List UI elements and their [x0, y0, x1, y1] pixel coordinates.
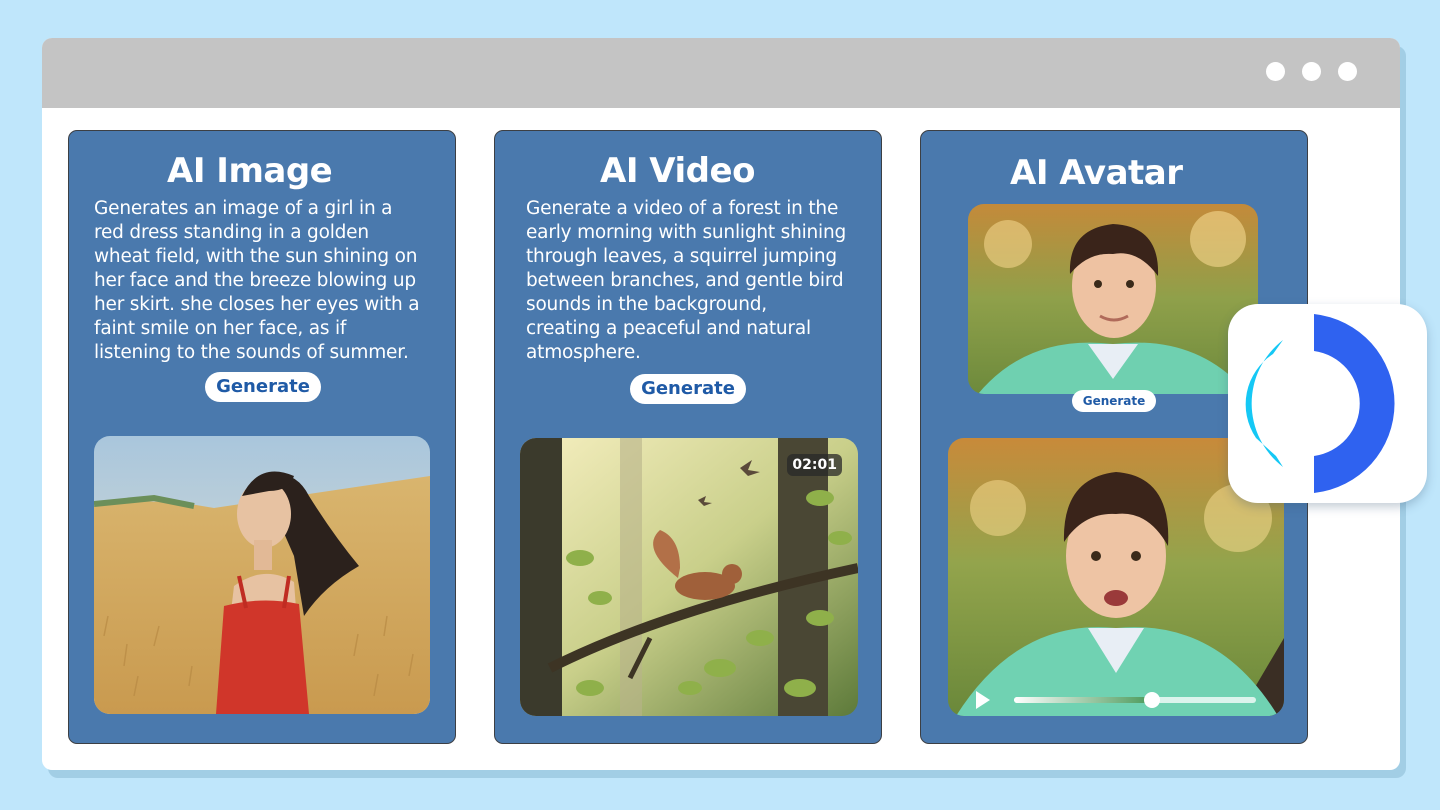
card-title: AI Avatar: [1010, 153, 1183, 193]
generated-image-girl-in-wheat-field: [94, 436, 430, 714]
window-control-dot[interactable]: [1266, 62, 1285, 81]
window-control-dot[interactable]: [1338, 62, 1357, 81]
description-line: her skirt. she closes her eyes with a: [94, 294, 420, 315]
ai-image-card: AI Image Generates an image of a girl in…: [68, 130, 456, 744]
card-description: Generate a video of a forest in the earl…: [526, 197, 866, 365]
generated-video-forest-squirrel[interactable]: 02:01: [520, 438, 858, 716]
description-line: her face and the breeze blowing up: [94, 270, 416, 291]
description-line: between branches, and gentle bird: [526, 270, 844, 291]
app-logo-icon: [1228, 304, 1427, 503]
description-line: creating a peaceful and natural: [526, 318, 811, 339]
window-control-dot[interactable]: [1302, 62, 1321, 81]
description-line: listening to the sounds of summer.: [94, 342, 409, 363]
video-duration: 02:01: [787, 454, 842, 476]
browser-window: AI Image Generates an image of a girl in…: [42, 38, 1400, 770]
generate-button[interactable]: Generate: [205, 372, 321, 402]
description-line: atmosphere.: [526, 342, 641, 363]
generate-button[interactable]: Generate: [630, 374, 746, 404]
title-bar: [42, 38, 1400, 108]
description-line: red dress standing in a golden: [94, 222, 369, 243]
generate-button[interactable]: Generate: [1072, 390, 1156, 412]
ai-video-card: AI Video Generate a video of a forest in…: [494, 130, 882, 744]
description-line: Generate a video of a forest in the: [526, 198, 839, 219]
progress-bar[interactable]: [1014, 692, 1256, 708]
card-title: AI Image: [167, 151, 333, 191]
card-description: Generates an image of a girl in a red dr…: [94, 197, 434, 365]
description-line: through leaves, a squirrel jumping: [526, 246, 837, 267]
description-line: sounds in the background,: [526, 294, 767, 315]
card-title: AI Video: [600, 151, 755, 191]
description-line: wheat field, with the sun shining on: [94, 246, 418, 267]
progress-knob[interactable]: [1143, 692, 1160, 708]
description-line: early morning with sunlight shining: [526, 222, 847, 243]
progress-fill: [1014, 697, 1152, 703]
avatar-source-photo: [968, 204, 1258, 394]
logo-blue-arc: [1314, 314, 1395, 493]
description-line: Generates an image of a girl in a: [94, 198, 393, 219]
description-line: faint smile on her face, as if: [94, 318, 347, 339]
logo-cyan-arc: [1245, 340, 1283, 467]
play-icon[interactable]: [976, 691, 990, 709]
